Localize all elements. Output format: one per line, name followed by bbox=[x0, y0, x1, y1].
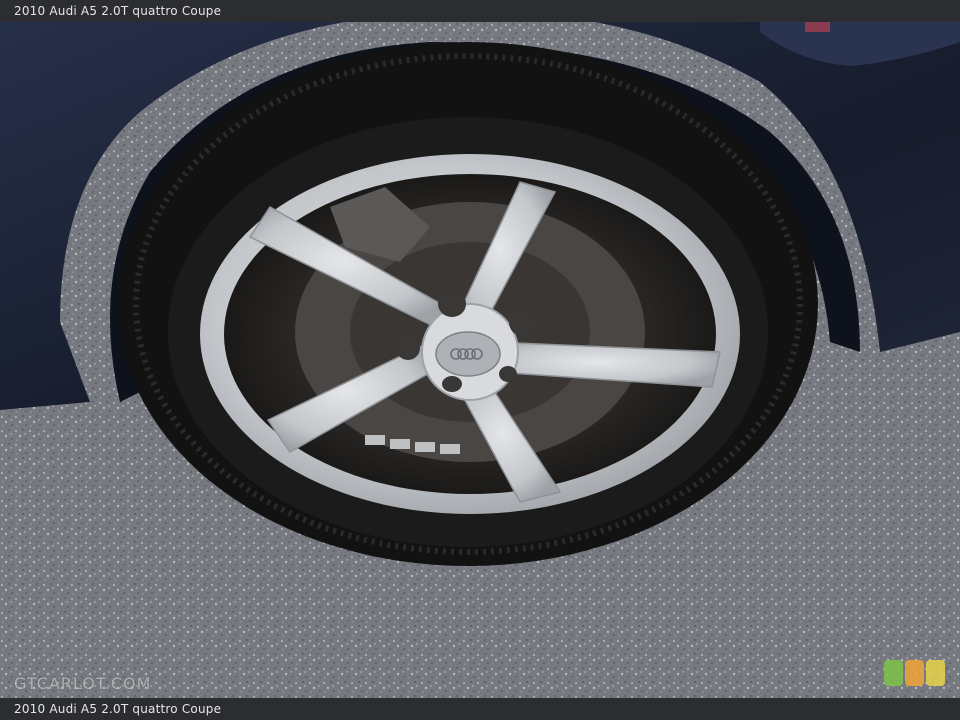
site-logo-badge bbox=[884, 660, 946, 688]
bottom-caption-bar: 2010 Audi A5 2.0T quattro Coupe bbox=[0, 698, 960, 720]
site-watermark: GTCARLOT.COM bbox=[14, 674, 152, 693]
top-caption-bar: 2010 Audi A5 2.0T quattro Coupe bbox=[0, 0, 960, 22]
image-caption-footer: 2010 Audi A5 2.0T quattro Coupe bbox=[14, 702, 222, 716]
image-caption: 2010 Audi A5 2.0T quattro Coupe bbox=[14, 4, 222, 18]
wheel-photo bbox=[0, 22, 960, 698]
